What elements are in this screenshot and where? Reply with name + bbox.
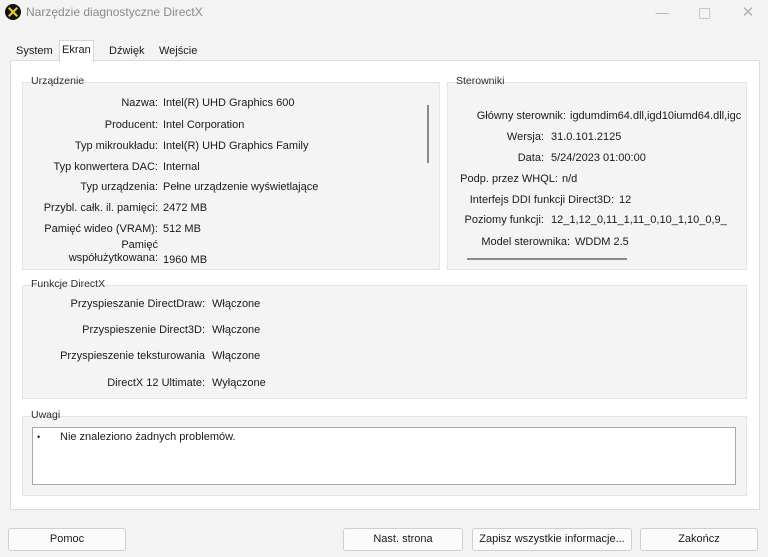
driver-label: Data: bbox=[517, 152, 544, 164]
directx-features-title: Funkcje DirectX bbox=[31, 278, 106, 290]
directx-value: Włączone bbox=[212, 298, 261, 310]
notes-textbox[interactable]: • Nie znaleziono żadnych problemów. bbox=[32, 427, 736, 485]
device-label: Pamięć współużytkowana: bbox=[0, 239, 158, 265]
driver-label: Poziomy funkcji: bbox=[464, 214, 544, 226]
driver-value[interactable]: 12 bbox=[619, 191, 631, 209]
window-title: Narzędzie diagnostyczne DirectX bbox=[26, 5, 203, 19]
driver-value[interactable]: 12_1,12_0,11_1,11_0,10_1,10_0,9_ bbox=[551, 211, 746, 229]
device-label-line1: Pamięć bbox=[121, 239, 158, 251]
directx-label: Przyspieszenie teksturowania bbox=[60, 350, 205, 362]
driver-value[interactable]: WDDM 2.5 bbox=[575, 233, 629, 251]
device-value[interactable]: 1960 MB bbox=[163, 251, 207, 269]
maximize-icon bbox=[698, 8, 710, 20]
note-item: Nie znaleziono żadnych problemów. bbox=[60, 431, 236, 443]
driver-label: Wersja: bbox=[506, 131, 544, 143]
directx-label: Przyspieszenie Direct3D: bbox=[82, 324, 205, 336]
exit-button[interactable]: Zakończ bbox=[640, 528, 758, 551]
drivers-group-title: Sterowniki bbox=[456, 75, 505, 87]
driver-label: Model sterownika: bbox=[481, 236, 570, 248]
device-label: Nazwa: bbox=[121, 97, 158, 109]
device-label: Typ urządzenia: bbox=[80, 181, 158, 193]
directx-value: Włączone bbox=[212, 350, 261, 362]
drivers-scrollbar[interactable] bbox=[467, 258, 627, 260]
device-label: Przybl. całk. il. pamięci: bbox=[43, 202, 158, 214]
help-button[interactable]: Pomoc bbox=[8, 528, 126, 551]
tab-sound[interactable]: Dźwięk bbox=[107, 42, 146, 60]
device-value[interactable]: 2472 MB bbox=[163, 199, 207, 217]
maximize-button[interactable] bbox=[686, 2, 722, 24]
driver-value[interactable]: 5/24/2023 01:00:00 bbox=[551, 149, 646, 167]
device-value[interactable]: Intel(R) UHD Graphics Family bbox=[163, 137, 308, 155]
device-value[interactable]: Intel(R) UHD Graphics 600 bbox=[163, 94, 294, 112]
bullet-icon: • bbox=[37, 432, 41, 442]
driver-value[interactable]: 31.0.101.2125 bbox=[551, 128, 621, 146]
device-label: Typ konwertera DAC: bbox=[53, 161, 158, 173]
tab-display[interactable]: Ekran bbox=[59, 40, 94, 62]
device-value[interactable]: Pełne urządzenie wyświetlające bbox=[163, 178, 318, 196]
device-value[interactable]: Intel Corporation bbox=[163, 116, 244, 134]
driver-label: Główny sterownik: bbox=[476, 110, 566, 122]
directx-icon bbox=[5, 4, 21, 20]
tab-input[interactable]: Wejście bbox=[157, 42, 199, 60]
directx-value: Wyłączone bbox=[212, 377, 266, 389]
minimize-button[interactable]: — bbox=[644, 2, 680, 24]
device-group-title: Urządzenie bbox=[31, 75, 85, 87]
next-page-button[interactable]: Nast. strona bbox=[343, 528, 463, 551]
device-label: Pamięć wideo (VRAM): bbox=[44, 223, 158, 235]
title-bar: Narzędzie diagnostyczne DirectX — ✕ bbox=[0, 0, 768, 26]
driver-value[interactable]: n/d bbox=[562, 170, 577, 188]
driver-label: Interfejs DDI funkcji Direct3D: bbox=[469, 194, 614, 206]
directx-label: Przyspieszanie DirectDraw: bbox=[70, 298, 205, 310]
driver-value[interactable]: igdumdim64.dll,igd10iumd64.dll,igc bbox=[570, 107, 746, 125]
save-all-info-button[interactable]: Zapisz wszystkie informacje... bbox=[472, 528, 632, 551]
driver-label: Podp. przez WHQL: bbox=[460, 173, 558, 185]
directx-label: DirectX 12 Ultimate: bbox=[107, 377, 205, 389]
device-value[interactable]: 512 MB bbox=[163, 220, 201, 238]
tab-system[interactable]: System bbox=[14, 42, 55, 60]
notes-group-title: Uwagi bbox=[31, 409, 61, 421]
device-label-line2: współużytkowana: bbox=[68, 252, 158, 264]
directx-value: Włączone bbox=[212, 324, 261, 336]
device-value[interactable]: Internal bbox=[163, 158, 200, 176]
close-button[interactable]: ✕ bbox=[730, 2, 766, 24]
device-label: Typ mikroukładu: bbox=[74, 140, 158, 152]
device-label: Producent: bbox=[104, 119, 158, 131]
